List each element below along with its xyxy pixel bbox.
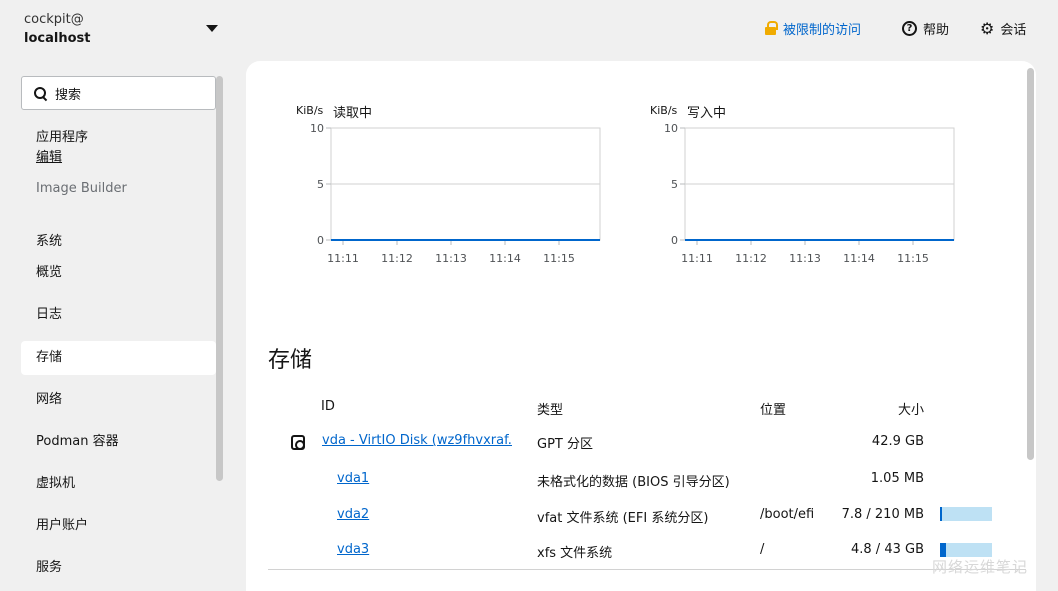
search-icon: [34, 86, 47, 100]
x-tick-label: 11:13: [789, 252, 821, 265]
sidebar: 搜索 应用程序 编辑 Image Builder 系统 概览 日志 存储 网络 …: [0, 60, 228, 591]
y-tick-label: 0: [317, 234, 324, 247]
sidebar-item-image-builder[interactable]: Image Builder: [21, 172, 216, 206]
system-heading: 系统: [36, 234, 63, 249]
usage-fill-vda3: [940, 543, 946, 557]
main-scrollbar[interactable]: [1027, 68, 1034, 460]
search-placeholder: 搜索: [55, 87, 82, 103]
table-row-vda2-type: vfat 文件系统 (EFI 系统分区): [537, 511, 709, 526]
sidebar-item-logs[interactable]: 日志: [21, 298, 216, 332]
help-menu-button[interactable]: ? 帮助: [902, 19, 949, 38]
search-input[interactable]: 搜索: [21, 76, 216, 110]
table-row-vda2-size: 7.8 / 210 MB: [841, 507, 924, 522]
table-row-vda3-id[interactable]: vda3: [337, 542, 369, 557]
edit-link[interactable]: 编辑: [36, 146, 62, 165]
usage-bar-vda2: [940, 507, 992, 521]
y-tick-label: 10: [664, 122, 678, 135]
y-tick-label: 10: [310, 122, 324, 135]
x-tick-label: 11:12: [381, 252, 413, 265]
x-tick-label: 11:11: [327, 252, 359, 265]
table-row-vda1-type: 未格式化的数据 (BIOS 引导分区): [537, 475, 730, 490]
host-name: localhost: [24, 31, 91, 46]
table-row-vda-id[interactable]: vda - VirtIO Disk (wz9fhvxraf...: [322, 433, 512, 448]
gear-icon: ⚙: [980, 18, 995, 38]
table-row-vda2-location: /boot/efi: [760, 507, 815, 522]
usage-bar-vda3: [940, 543, 992, 557]
storage-title: 存储: [268, 348, 313, 373]
table-row-vda2-id[interactable]: vda2: [337, 507, 369, 522]
table-divider: [268, 569, 1026, 570]
sidebar-item-overview[interactable]: 概览: [21, 256, 216, 290]
y-tick-label: 0: [671, 234, 678, 247]
column-header-type: 类型: [537, 403, 564, 418]
host-user: cockpit@: [24, 12, 84, 27]
limited-access-button[interactable]: 被限制的访问: [764, 19, 861, 38]
session-menu-button[interactable]: ⚙ 会话: [980, 19, 1026, 38]
table-row-vda3-size: 4.8 / 43 GB: [851, 542, 924, 557]
x-tick-label: 11:12: [735, 252, 767, 265]
table-row-vda-type: GPT 分区: [537, 437, 593, 452]
x-tick-label: 11:15: [897, 252, 929, 265]
sidebar-item-vms[interactable]: 虚拟机: [21, 467, 216, 501]
usage-fill-vda2: [940, 507, 942, 521]
column-header-size: 大小: [897, 403, 924, 418]
write-chart-unit: KiB/s: [650, 104, 678, 117]
lock-icon: [764, 21, 778, 36]
limited-access-label: 被限制的访问: [783, 23, 862, 38]
disk-icon: [291, 435, 305, 450]
table-row-vda3-type: xfs 文件系统: [537, 546, 613, 561]
table-row-vda3-location: /: [760, 542, 765, 557]
y-tick-label: 5: [671, 178, 678, 191]
watermark: 网络运维笔记: [932, 558, 1029, 576]
sidebar-item-podman[interactable]: Podman 容器: [21, 425, 216, 459]
host-switcher[interactable]: cockpit@ localhost: [24, 10, 90, 48]
help-label: 帮助: [923, 23, 950, 38]
apps-heading: 应用程序: [36, 130, 89, 145]
sidebar-item-accounts[interactable]: 用户账户: [21, 509, 216, 543]
x-tick-label: 11:15: [543, 252, 575, 265]
sidebar-item-networking[interactable]: 网络: [21, 383, 216, 417]
x-tick-label: 11:14: [843, 252, 875, 265]
write-chart: 10 5 011:11 11:12 11:13 11:14 11:15: [664, 122, 955, 265]
table-row-vda-size: 42.9 GB: [871, 434, 924, 449]
read-chart-unit: KiB/s: [296, 104, 324, 117]
column-header-location: 位置: [760, 403, 787, 418]
x-tick-label: 11:11: [681, 252, 713, 265]
chevron-down-icon[interactable]: [206, 25, 218, 32]
session-label: 会话: [1000, 23, 1027, 38]
sidebar-item-services[interactable]: 服务: [21, 551, 216, 585]
x-tick-label: 11:13: [435, 252, 467, 265]
x-tick-label: 11:14: [489, 252, 521, 265]
sidebar-item-storage[interactable]: 存储: [21, 341, 216, 375]
help-icon: ?: [902, 21, 917, 36]
column-header-id: ID: [321, 399, 335, 414]
read-chart: 10 5 011:11 11:12 11:13 11:14 11:15: [310, 122, 601, 265]
y-tick-label: 5: [317, 178, 324, 191]
table-row-vda1-id[interactable]: vda1: [337, 471, 369, 486]
table-row-vda1-size: 1.05 MB: [870, 471, 924, 486]
sidebar-scrollbar[interactable]: [216, 76, 223, 481]
